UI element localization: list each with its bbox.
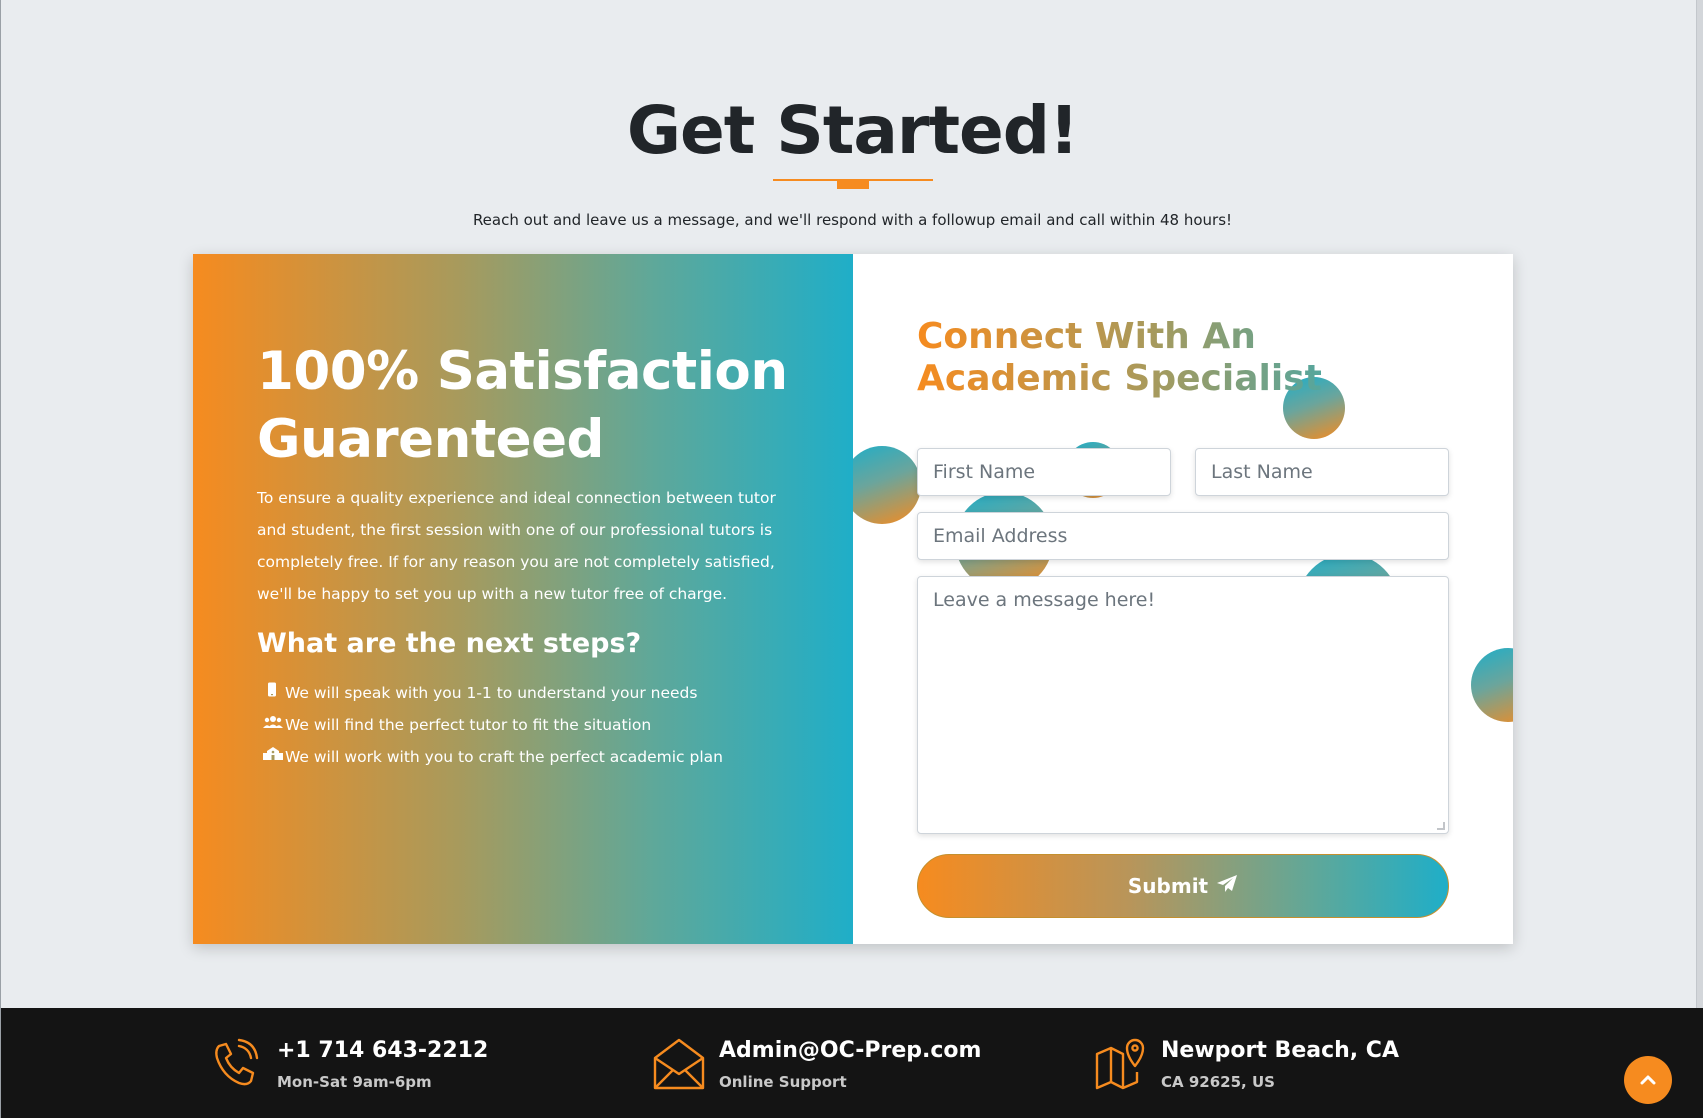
satisfaction-panel: 100% Satisfaction Guarenteed To ensure a…: [193, 254, 853, 944]
last-name-field[interactable]: Last Name: [1195, 448, 1449, 496]
mobile-phone-icon: [263, 677, 281, 709]
satisfaction-heading: 100% Satisfaction Guarenteed: [257, 341, 788, 470]
decorative-bubble: [1471, 648, 1513, 722]
location-zip: CA 92625, US: [1161, 1073, 1275, 1091]
step-text: We will work with you to craft the perfe…: [285, 748, 723, 766]
back-to-top-button[interactable]: [1624, 1056, 1672, 1104]
location-city: Newport Beach, CA: [1161, 1038, 1399, 1063]
decorative-bubble: [853, 446, 921, 524]
envelope-icon: [653, 1036, 705, 1092]
email-placeholder: Email Address: [933, 525, 1068, 547]
message-placeholder: Leave a message here!: [933, 589, 1156, 611]
submit-button[interactable]: Submit: [917, 854, 1449, 918]
step-text: We will speak with you 1-1 to understand…: [285, 684, 698, 702]
first-name-placeholder: First Name: [933, 461, 1036, 483]
list-item: We will speak with you 1-1 to understand…: [257, 677, 789, 709]
contact-card: 100% Satisfaction Guarenteed To ensure a…: [193, 254, 1513, 944]
footer-location[interactable]: Newport Beach, CA CA 92625, US: [1095, 1036, 1399, 1094]
contact-form: First Name Last Name Email Address Leave…: [917, 448, 1449, 918]
title-underline-accent: [837, 180, 869, 189]
paper-plane-icon: [1216, 874, 1238, 899]
satisfaction-description: To ensure a quality experience and ideal…: [257, 489, 776, 603]
page-subtitle: Reach out and leave us a message, and we…: [472, 211, 1233, 229]
phone-number: +1 714 643-2212: [277, 1038, 489, 1063]
phone-icon: [211, 1036, 263, 1092]
resize-handle[interactable]: [1437, 822, 1445, 830]
list-item: We will find the perfect tutor to fit th…: [257, 709, 789, 741]
next-steps-list: We will speak with you 1-1 to understand…: [257, 677, 789, 773]
school-icon: [263, 741, 283, 773]
last-name-placeholder: Last Name: [1211, 461, 1313, 483]
next-steps-heading: What are the next steps?: [257, 628, 642, 659]
contact-form-panel: Connect With An Academic Specialist Firs…: [853, 254, 1513, 944]
footer-phone[interactable]: +1 714 643-2212 Mon-Sat 9am-6pm: [211, 1036, 488, 1094]
first-name-field[interactable]: First Name: [917, 448, 1171, 496]
list-item: We will work with you to craft the perfe…: [257, 741, 789, 773]
step-text: We will find the perfect tutor to fit th…: [285, 716, 652, 734]
footer: +1 714 643-2212 Mon-Sat 9am-6pm Admin@OC…: [1, 1008, 1703, 1118]
footer-email[interactable]: Admin@OC-Prep.com Online Support: [653, 1036, 981, 1094]
page-title: Get Started!: [626, 92, 1079, 169]
email-support-label: Online Support: [719, 1073, 847, 1091]
email-field[interactable]: Email Address: [917, 512, 1449, 560]
chevron-up-icon: [1640, 1071, 1656, 1090]
phone-hours: Mon-Sat 9am-6pm: [277, 1073, 432, 1091]
map-pin-icon: [1095, 1036, 1147, 1092]
message-textarea[interactable]: Leave a message here!: [917, 576, 1449, 834]
email-address: Admin@OC-Prep.com: [719, 1038, 982, 1063]
form-heading: Connect With An Academic Specialist: [917, 316, 1437, 400]
users-icon: [263, 709, 283, 741]
submit-label: Submit: [1127, 874, 1209, 898]
